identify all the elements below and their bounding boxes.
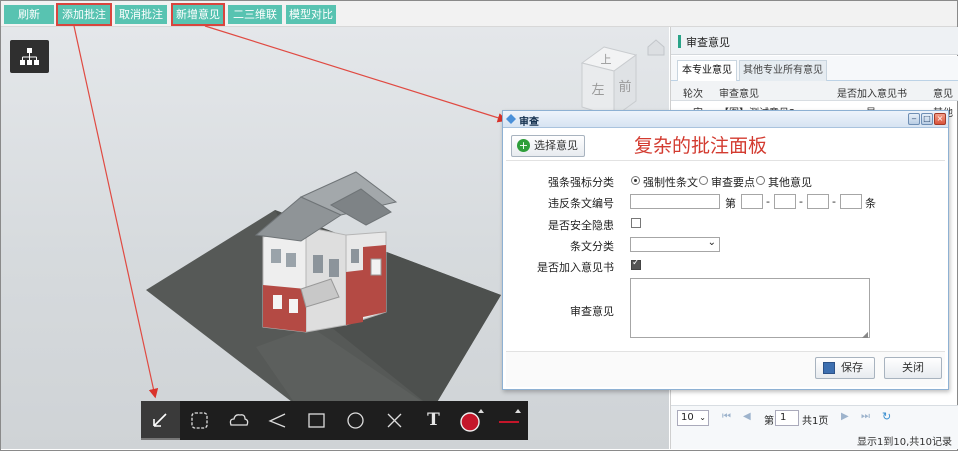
add-icon: + — [517, 139, 530, 152]
select-opinion-label: 选择意见 — [534, 139, 578, 152]
panel-title: 审查意见 — [686, 36, 730, 49]
radio-key-points[interactable] — [699, 176, 708, 185]
cloud-tool[interactable] — [219, 401, 258, 440]
arrow-tool[interactable] — [141, 401, 180, 440]
chevron-down-icon: ⌄ — [707, 237, 716, 248]
clause-suffix: 条 — [865, 197, 876, 210]
clause-code-input[interactable] — [630, 194, 720, 209]
panel-header: 审查意见 — [671, 27, 958, 55]
radio-key-points-label: 审查要点 — [711, 176, 755, 189]
drawing-toolbar: T — [141, 401, 528, 440]
clause-sep-1: - — [766, 195, 770, 208]
annotation-note: 复杂的批注面板 — [634, 135, 768, 157]
close-button[interactable]: 关闭 — [884, 357, 942, 379]
clause-type-label: 条文分类 — [570, 240, 614, 253]
text-tool[interactable]: T — [414, 401, 453, 440]
cancel-annotation-button[interactable]: 取消批注 — [115, 5, 167, 24]
radio-other-label: 其他意见 — [768, 176, 812, 189]
clause-number-label: 违反条文编号 — [548, 197, 614, 210]
2d3d-link-button[interactable]: 二三维联动 — [228, 5, 282, 40]
cross-tool[interactable] — [375, 401, 414, 440]
add-to-book-label: 是否加入意见书 — [537, 261, 614, 274]
clause-sep-2: - — [799, 195, 803, 208]
maximize-button[interactable]: □ — [921, 113, 933, 125]
page-size-select[interactable]: 10 ⌄ — [677, 410, 709, 426]
lasso-icon — [191, 412, 208, 429]
color-tool[interactable] — [453, 401, 492, 440]
dialog-title: 审查 — [519, 117, 539, 128]
panel-header-accent — [678, 35, 681, 48]
polyline-icon — [268, 413, 286, 428]
page-total: 共1页 — [802, 416, 829, 427]
minimize-button[interactable]: ‒ — [908, 113, 920, 125]
pager: 10 ⌄ ⏮ ◀ 第 1 共1页 ▶ ⏭ ↻ — [671, 405, 958, 429]
dialog-toolbar: + 选择意见 复杂的批注面板 — [506, 131, 945, 161]
add-to-book-checkbox[interactable] — [631, 258, 641, 270]
last-page-icon[interactable]: ⏭ — [861, 411, 870, 422]
col-opinion[interactable]: 审查意见 — [719, 85, 759, 100]
refresh-button[interactable]: 刷新 — [4, 5, 54, 24]
line-style-icon — [499, 409, 521, 423]
radio-other[interactable] — [756, 176, 765, 185]
tab-own-discipline[interactable]: 本专业意见 — [677, 60, 737, 81]
page-prefix: 第 — [764, 416, 774, 427]
arrow-icon — [153, 413, 167, 427]
new-opinion-button[interactable]: 新增意见 — [171, 3, 225, 26]
select-opinion-button[interactable]: + 选择意见 — [511, 135, 585, 157]
top-toolbar: 刷新 添加批注 取消批注 新增意见 二三维联动 模型对比 — [1, 1, 957, 40]
lasso-tool[interactable] — [180, 401, 219, 440]
dialog-icon — [506, 114, 516, 124]
close-icon[interactable]: × — [934, 113, 946, 125]
clause-prefix: 第 — [725, 197, 736, 210]
cloud-icon — [229, 414, 249, 426]
safety-hazard-checkbox[interactable] — [631, 218, 641, 228]
color-swatch-icon — [460, 409, 484, 432]
col-in-book[interactable]: 是否加入意见书 — [837, 85, 907, 100]
cross-icon — [387, 413, 402, 428]
clause-part3-input[interactable] — [807, 194, 829, 209]
circle-tool[interactable] — [336, 401, 375, 440]
add-annotation-button[interactable]: 添加批注 — [56, 3, 112, 26]
prev-page-icon[interactable]: ◀ — [743, 411, 751, 422]
page-number-input[interactable]: 1 — [775, 410, 799, 426]
resize-handle-icon[interactable]: ◢ — [862, 330, 868, 339]
clause-type-select[interactable]: ⌄ — [630, 237, 720, 252]
circle-icon — [347, 412, 364, 429]
panel-tabs: 本专业意见 其他专业所有意见 — [671, 56, 958, 81]
rectangle-tool[interactable] — [297, 401, 336, 440]
first-page-icon[interactable]: ⏮ — [722, 411, 731, 422]
grid-status: 显示1到10,共10记录 — [671, 429, 958, 449]
line-style-tool[interactable] — [492, 401, 528, 440]
radio-mandatory-label: 强制性条文 — [643, 176, 698, 189]
rectangle-icon — [308, 413, 325, 428]
grid-header: 轮次 审查意见 是否加入意见书 意见 — [671, 81, 958, 101]
record-count: 显示1到10,共10记录 — [857, 437, 952, 448]
dialog-footer: 保存 关闭 — [506, 351, 945, 387]
dialog-titlebar[interactable]: 审查 ‒ □ × — [503, 111, 948, 128]
next-page-icon[interactable]: ▶ — [841, 411, 849, 422]
opinion-textarea[interactable]: ◢ — [630, 278, 870, 339]
polyline-tool[interactable] — [258, 401, 297, 440]
opinion-label: 审查意见 — [570, 305, 614, 318]
radio-mandatory[interactable] — [631, 176, 640, 185]
col-round[interactable]: 轮次 — [683, 85, 703, 100]
chevron-down-icon: ⌄ — [699, 413, 706, 422]
clause-part4-input[interactable] — [840, 194, 862, 209]
refresh-icon[interactable]: ↻ — [882, 410, 891, 423]
save-label: 保存 — [841, 361, 863, 374]
tab-other-disciplines[interactable]: 其他专业所有意见 — [739, 60, 827, 81]
page-size-value: 10 — [681, 412, 694, 423]
category-label: 强条强标分类 — [548, 176, 614, 189]
col-opinion-type[interactable]: 意见 — [933, 85, 953, 100]
clause-part1-input[interactable] — [741, 194, 763, 209]
model-compare-button[interactable]: 模型对比 — [286, 5, 336, 24]
save-icon — [823, 362, 835, 374]
safety-hazard-label: 是否安全隐患 — [548, 219, 614, 232]
save-button[interactable]: 保存 — [815, 357, 875, 379]
review-dialog: 审查 ‒ □ × + 选择意见 复杂的批注面板 强条强标分类 强制性条文 审查要… — [502, 110, 949, 390]
clause-sep-3: - — [832, 195, 836, 208]
clause-part2-input[interactable] — [774, 194, 796, 209]
